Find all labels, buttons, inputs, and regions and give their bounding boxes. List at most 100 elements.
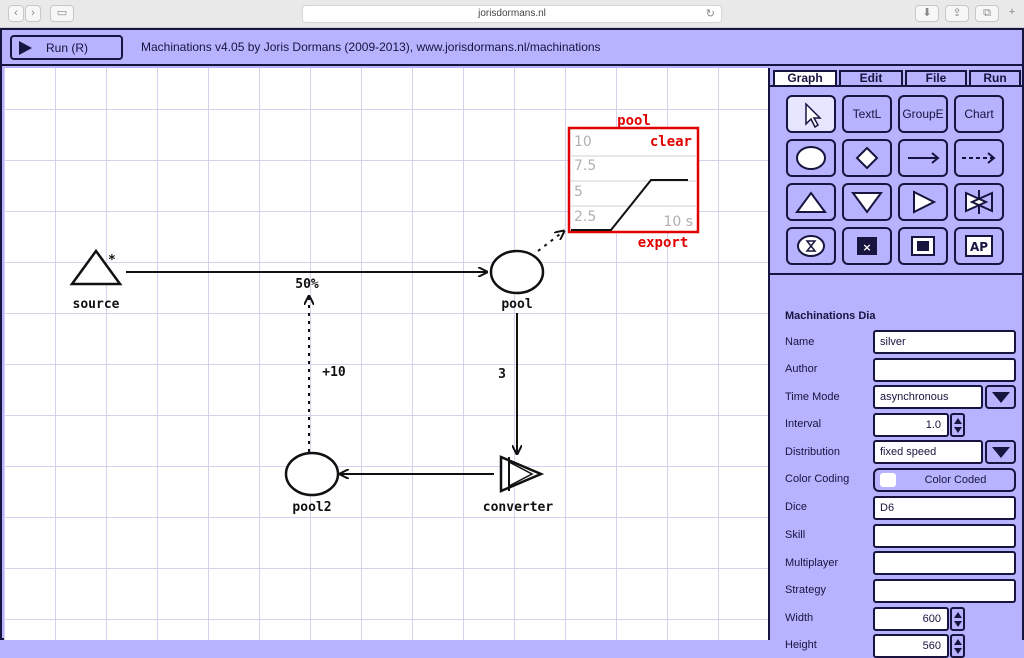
pool-icon bbox=[796, 146, 826, 170]
source-node[interactable]: * source bbox=[69, 248, 123, 312]
resource-connection-tool[interactable] bbox=[898, 139, 948, 177]
dice-field[interactable]: D6 bbox=[873, 496, 1016, 520]
converter-tool[interactable] bbox=[898, 183, 948, 221]
triangle-down-icon bbox=[851, 192, 883, 214]
converter-node[interactable]: converter bbox=[483, 455, 554, 515]
width-stepper[interactable] bbox=[950, 607, 965, 631]
gate-tool[interactable] bbox=[842, 139, 892, 177]
color-coding-toggle[interactable]: Color Coded bbox=[873, 468, 1016, 492]
group-tool[interactable]: GroupE bbox=[898, 95, 948, 133]
tab-run[interactable]: Run bbox=[969, 70, 1021, 86]
drain-tool[interactable] bbox=[842, 183, 892, 221]
state-connection-pool2[interactable]: +10 bbox=[309, 296, 346, 452]
chart-widget[interactable]: pool clear 10 7.5 5 2.5 10 s export bbox=[567, 113, 700, 251]
sidebar-icon[interactable]: ▭ bbox=[50, 5, 74, 22]
converter-icon bbox=[913, 190, 937, 214]
time-mode-select[interactable]: asynchronous bbox=[873, 385, 983, 409]
chart-y-tick-7-5: 7.5 bbox=[574, 158, 596, 174]
edge-pool-to-chart[interactable] bbox=[537, 231, 564, 252]
trader-tool[interactable] bbox=[954, 183, 1004, 221]
stepper-up-icon[interactable] bbox=[954, 612, 962, 618]
tabs-icon[interactable]: ⧉ bbox=[975, 5, 999, 22]
edge-source-to-pool[interactable]: 50% bbox=[126, 272, 487, 292]
converter-label: converter bbox=[483, 500, 554, 515]
dice-label: Dice bbox=[785, 501, 808, 513]
stepper-down-icon[interactable] bbox=[954, 648, 962, 654]
converter-icon bbox=[499, 455, 545, 493]
stepper-down-icon[interactable] bbox=[954, 621, 962, 627]
stepper-up-icon[interactable] bbox=[954, 418, 962, 424]
url-bar[interactable]: jorisdormans.nl ↻ bbox=[302, 5, 722, 23]
machinations-app: Run (R) Machinations v4.05 by Joris Dorm… bbox=[0, 28, 1024, 658]
height-label: Height bbox=[785, 639, 817, 651]
artificial-player-tool[interactable]: AP bbox=[954, 227, 1004, 265]
multiplayer-field[interactable] bbox=[873, 551, 1016, 575]
run-button[interactable]: Run (R) bbox=[10, 35, 123, 60]
skill-field[interactable] bbox=[873, 524, 1016, 548]
tab-graph[interactable]: Graph bbox=[773, 70, 837, 86]
source-tool[interactable] bbox=[786, 183, 836, 221]
tab-edit[interactable]: Edit bbox=[839, 70, 903, 86]
chart-export-button[interactable]: export bbox=[638, 235, 689, 251]
height-stepper[interactable] bbox=[950, 634, 965, 658]
author-label: Author bbox=[785, 363, 818, 375]
distribution-label: Distribution bbox=[785, 446, 841, 458]
width-label: Width bbox=[785, 612, 814, 624]
width-field[interactable]: 600 bbox=[873, 607, 949, 631]
url-text: jorisdormans.nl bbox=[478, 8, 546, 19]
strategy-label: Strategy bbox=[785, 584, 826, 596]
name-label: Name bbox=[785, 336, 815, 348]
chart-y-tick-5: 5 bbox=[574, 184, 583, 200]
triangle-up-icon bbox=[795, 191, 827, 213]
chart-y-tick-2-5: 2.5 bbox=[574, 209, 596, 225]
time-mode-dropdown-button[interactable] bbox=[985, 385, 1016, 409]
select-tool[interactable] bbox=[786, 95, 836, 133]
pool2-node[interactable]: pool2 bbox=[284, 451, 340, 515]
panel-tabs: Graph Edit File Run bbox=[773, 70, 1023, 86]
height-field[interactable]: 560 bbox=[873, 634, 949, 658]
author-field[interactable] bbox=[873, 358, 1016, 382]
source-label: source bbox=[73, 297, 120, 312]
name-field[interactable]: silver bbox=[873, 330, 1016, 354]
edge-label-plus-10: +10 bbox=[322, 365, 346, 380]
tool-palette: TextL GroupE Chart × AP bbox=[770, 85, 1022, 275]
reload-icon[interactable]: ↻ bbox=[706, 6, 715, 22]
play-icon bbox=[19, 41, 32, 55]
color-coding-label: Color Coding bbox=[785, 473, 850, 485]
color-coding-value: Color Coded bbox=[924, 474, 987, 486]
register-tool[interactable] bbox=[898, 227, 948, 265]
svg-text:×: × bbox=[862, 241, 871, 254]
new-tab-icon[interactable]: + bbox=[1005, 5, 1019, 22]
diagram-canvas[interactable]: * source 50% pool 3 converter pool2 +10 … bbox=[4, 68, 768, 640]
time-mode-label: Time Mode bbox=[785, 391, 840, 403]
strategy-field[interactable] bbox=[873, 579, 1016, 603]
text-label-tool[interactable]: TextL bbox=[842, 95, 892, 133]
register-icon bbox=[917, 241, 929, 251]
chart-tool[interactable]: Chart bbox=[954, 95, 1004, 133]
back-icon[interactable]: ‹ bbox=[8, 5, 24, 22]
app-toolbar: Run (R) Machinations v4.05 by Joris Dorm… bbox=[2, 30, 1022, 66]
pool-tool[interactable] bbox=[786, 139, 836, 177]
pool-label: pool bbox=[501, 297, 532, 312]
pool-node[interactable]: pool bbox=[489, 249, 545, 312]
stepper-down-icon[interactable] bbox=[954, 427, 962, 433]
edge-label-3: 3 bbox=[498, 367, 506, 382]
distribution-select[interactable]: fixed speed bbox=[873, 440, 983, 464]
download-icon[interactable]: ⬇ bbox=[915, 5, 939, 22]
forward-icon[interactable]: › bbox=[25, 5, 41, 22]
interval-stepper[interactable] bbox=[950, 413, 965, 437]
chart-clear-button[interactable]: clear bbox=[650, 134, 692, 150]
diamond-icon bbox=[855, 146, 879, 170]
properties-title: Machinations Dia bbox=[785, 310, 876, 322]
tab-file[interactable]: File bbox=[905, 70, 967, 86]
share-icon[interactable]: ⇪ bbox=[945, 5, 969, 22]
delay-tool[interactable] bbox=[786, 227, 836, 265]
pool2-label: pool2 bbox=[292, 500, 331, 515]
end-condition-tool[interactable]: × bbox=[842, 227, 892, 265]
edge-label-50-percent: 50% bbox=[295, 277, 319, 292]
edge-pool-to-converter[interactable]: 3 bbox=[498, 313, 517, 454]
color-swatch bbox=[880, 473, 896, 487]
interval-field[interactable]: 1.0 bbox=[873, 413, 949, 437]
state-connection-tool[interactable] bbox=[954, 139, 1004, 177]
distribution-dropdown-button[interactable] bbox=[985, 440, 1016, 464]
